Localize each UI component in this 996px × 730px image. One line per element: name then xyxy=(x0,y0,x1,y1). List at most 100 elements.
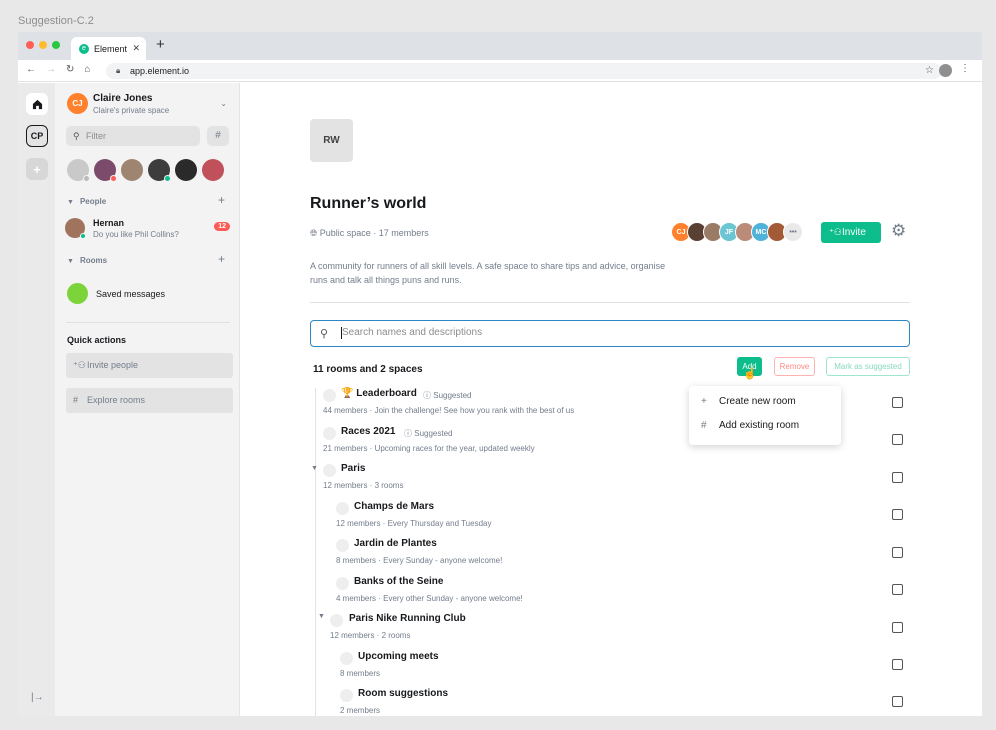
text-cursor xyxy=(341,327,342,339)
invite-button[interactable]: ⁺⚇ Invite xyxy=(821,222,881,243)
page-title: Runner’s world xyxy=(310,195,427,212)
close-tab-icon[interactable]: ✕ xyxy=(132,43,140,54)
recent-avatars xyxy=(67,159,224,182)
avatar[interactable] xyxy=(175,159,197,181)
room-checkbox[interactable] xyxy=(892,397,903,408)
back-icon[interactable]: ← xyxy=(26,64,36,75)
people-section-header[interactable]: ▼ People xyxy=(67,197,106,206)
list-item[interactable]: Banks of the Seine 4 members · Every oth… xyxy=(336,574,736,611)
room-checkbox[interactable] xyxy=(892,696,903,707)
add-room-icon[interactable]: + xyxy=(218,252,225,266)
room-avatar xyxy=(323,389,336,402)
lock-icon: 🔒︎ xyxy=(116,66,121,75)
reload-icon[interactable]: ↻ xyxy=(66,64,74,75)
close-dot[interactable] xyxy=(26,41,34,49)
space-name[interactable]: Claire Jones xyxy=(93,93,152,104)
browser-tab[interactable]: e Element ✕ xyxy=(71,37,146,60)
explore-rooms-button[interactable]: # Explore rooms xyxy=(66,388,233,413)
explore-rooms-icon[interactable]: # xyxy=(207,126,229,146)
home-icon[interactable]: ⌂ xyxy=(84,64,90,75)
suggested-badge: ⓘ Suggested xyxy=(423,391,472,400)
room-checkbox[interactable] xyxy=(892,434,903,445)
list-item[interactable]: ▼ Paris 12 members · 3 rooms xyxy=(311,461,711,498)
unread-badge: 12 xyxy=(214,222,230,231)
search-input[interactable]: ⚲ Search names and descriptions xyxy=(310,320,910,347)
home-space-button[interactable] xyxy=(26,93,48,115)
room-checkbox[interactable] xyxy=(892,659,903,670)
caret-down-icon: ▼ xyxy=(67,258,74,265)
room-avatar xyxy=(340,652,353,665)
room-checkbox[interactable] xyxy=(892,547,903,558)
rooms-section-header[interactable]: ▼ Rooms xyxy=(67,256,107,265)
list-item[interactable]: Champs de Mars 12 members · Every Thursd… xyxy=(336,499,736,536)
minimize-dot[interactable] xyxy=(39,41,47,49)
space-cp-button[interactable]: CP xyxy=(26,125,48,147)
room-avatar xyxy=(330,614,343,627)
explore-icon: # xyxy=(73,395,79,405)
room-meta: 🌐︎ Public space · 17 members xyxy=(310,228,429,238)
room-avatar xyxy=(323,464,336,477)
avatar[interactable] xyxy=(202,159,224,181)
divider xyxy=(66,322,230,323)
room-checkbox[interactable] xyxy=(892,509,903,520)
avatar[interactable] xyxy=(94,159,117,182)
room-checkbox[interactable] xyxy=(892,584,903,595)
maximize-dot[interactable] xyxy=(52,41,60,49)
search-placeholder: Search names and descriptions xyxy=(342,327,483,338)
avatar[interactable] xyxy=(67,159,90,182)
caret-down-icon[interactable]: ▼ xyxy=(318,613,325,620)
url-field[interactable]: 🔒︎ app.element.io ☆ xyxy=(106,63,942,79)
home-icon xyxy=(32,99,42,109)
list-item[interactable]: ▼ Paris Nike Running Club 12 members · 2… xyxy=(318,611,718,648)
add-user-icon: ⁺⚇ xyxy=(829,227,842,237)
filter-input[interactable]: ⚲ Filter xyxy=(66,126,200,146)
room-avatar: RW xyxy=(310,119,353,162)
frame-label: Suggestion-C.2 xyxy=(18,15,94,27)
nav-icons: ← → ↻ ⌂ xyxy=(26,64,90,75)
create-space-button[interactable]: + xyxy=(26,158,48,180)
address-bar: ← → ↻ ⌂ 🔒︎ app.element.io ☆ ⋮ xyxy=(18,60,982,82)
list-item[interactable]: 🏆 Leaderboard ⓘ Suggested 44 members · J… xyxy=(323,386,723,423)
room-checkbox[interactable] xyxy=(892,472,903,483)
bookmark-star-icon[interactable]: ☆ xyxy=(925,63,934,79)
mark-suggested-button[interactable]: Mark as suggested xyxy=(826,357,910,376)
rooms-count: 11 rooms and 2 spaces xyxy=(313,364,423,375)
expand-sidebar-icon[interactable]: |→ xyxy=(31,692,44,703)
gear-icon[interactable]: ⚙ xyxy=(891,221,906,241)
caret-down-icon[interactable]: ▼ xyxy=(311,465,318,472)
dm-name: Hernan xyxy=(93,218,125,228)
invite-people-button[interactable]: ⁺⚇ Invite people xyxy=(66,353,233,378)
quick-actions-title: Quick actions xyxy=(67,335,127,345)
dm-hernan[interactable]: Hernan Do you like Phil Collins? 12 xyxy=(65,218,230,242)
filter-placeholder: Filter xyxy=(86,131,106,141)
profile-avatar[interactable] xyxy=(939,64,952,77)
list-item[interactable]: Room suggestions 2 members xyxy=(340,686,740,716)
space-home: RW Runner’s world 🌐︎ Public space · 17 m… xyxy=(241,83,982,716)
element-logo-icon: e xyxy=(79,43,89,54)
chevron-down-icon[interactable]: ⌄ xyxy=(220,99,227,108)
mouse-pointer-icon: ☝ xyxy=(743,368,757,380)
remove-button[interactable]: Remove xyxy=(774,357,815,376)
list-item[interactable]: Races 2021 ⓘ Suggested 21 members · Upco… xyxy=(323,424,723,461)
window-controls xyxy=(26,41,60,49)
suggested-badge: ⓘ Suggested xyxy=(404,429,453,438)
browser-menu-icon[interactable]: ⋮ xyxy=(960,63,970,74)
caret-down-icon: ▼ xyxy=(67,199,74,206)
browser-window: e Element ✕ + ← → ↻ ⌂ 🔒︎ app.element.io … xyxy=(18,32,982,716)
list-item[interactable]: Jardin de Plantes 8 members · Every Sund… xyxy=(336,536,736,573)
add-person-icon[interactable]: + xyxy=(218,193,225,207)
globe-icon: 🌐︎ xyxy=(310,228,318,238)
add-existing-room-item[interactable]: # Add existing room xyxy=(701,420,799,431)
list-item[interactable]: Upcoming meets 8 members xyxy=(340,649,740,686)
room-checkbox[interactable] xyxy=(892,622,903,633)
room-avatar xyxy=(323,427,336,440)
element-app: CP + |→ CJ Claire Jones Claire's private… xyxy=(18,83,982,716)
avatar[interactable] xyxy=(121,159,143,181)
room-list-sidebar: CJ Claire Jones Claire's private space ⌄… xyxy=(55,83,240,716)
avatar xyxy=(65,218,86,239)
avatar[interactable] xyxy=(148,159,171,182)
create-new-room-item[interactable]: + Create new room xyxy=(701,396,796,407)
forward-icon[interactable]: → xyxy=(46,64,56,75)
new-tab-button[interactable]: + xyxy=(156,36,165,53)
member-avatars[interactable]: CJ JF MC ••• xyxy=(671,222,803,242)
